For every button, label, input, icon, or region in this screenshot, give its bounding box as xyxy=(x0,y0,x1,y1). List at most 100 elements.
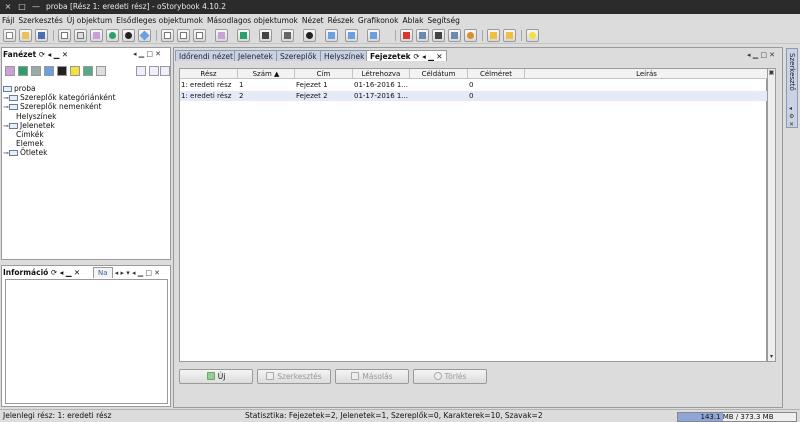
tree-item-root[interactable]: proba xyxy=(3,84,116,93)
calendar-icon[interactable] xyxy=(432,29,445,42)
tree-item-scenes[interactable]: ⊸ Jelenetek xyxy=(3,121,116,130)
tab-scroll-controls[interactable]: ◂ ▸ ▾ ◂ ▁ □ ✕ xyxy=(115,269,160,277)
open-icon[interactable] xyxy=(19,29,32,42)
collapse-all-icon[interactable] xyxy=(136,66,146,76)
tag-icon[interactable] xyxy=(138,29,151,42)
statistics-status: Statisztika: Fejezetek=2, Jelenetek=1, S… xyxy=(245,411,543,420)
part-icon[interactable] xyxy=(96,66,106,76)
editor-sidebar-tab[interactable]: Szerkesztő ◂ ⚙ ✕ xyxy=(786,48,798,128)
idea-icon[interactable] xyxy=(526,29,539,42)
menu-edit[interactable]: Szerkesztés xyxy=(16,14,64,27)
toolbar-separator xyxy=(156,30,157,41)
tools-icon[interactable] xyxy=(345,29,358,42)
item-icon[interactable] xyxy=(57,66,67,76)
new-button[interactable]: Új xyxy=(179,369,253,384)
chapter-icon[interactable] xyxy=(83,66,93,76)
column-chooser-icon[interactable]: ▣ xyxy=(768,69,775,77)
chrono-view-icon[interactable] xyxy=(161,29,174,42)
delete-button[interactable]: Törlés xyxy=(413,369,487,384)
column-header-objective-size[interactable]: Célméret xyxy=(468,69,525,79)
copy-button-label: Másolás xyxy=(362,372,393,381)
scene-icon[interactable] xyxy=(74,29,87,42)
location-icon[interactable] xyxy=(18,66,28,76)
column-header-description[interactable]: Leírás xyxy=(525,69,768,79)
column-header-created[interactable]: Létrehozva xyxy=(353,69,410,79)
idea-icon[interactable] xyxy=(70,66,80,76)
menu-primary-objects[interactable]: Elsődleges objektumok xyxy=(114,14,205,27)
menu-window[interactable]: Ablak xyxy=(401,14,426,27)
table-row[interactable]: 1: eredeti rész 1 Fejezet 1 01-16-2016 1… xyxy=(180,80,768,90)
column-header-number[interactable]: Szám ▲ xyxy=(238,69,295,79)
edit-icon xyxy=(266,372,275,380)
tab-navigation[interactable]: Na xyxy=(93,267,113,278)
manage-view-icon[interactable] xyxy=(193,29,206,42)
panel-window-controls[interactable]: ◂ ▁ □ ✕ xyxy=(133,49,161,59)
menu-help[interactable]: Segítség xyxy=(425,14,461,27)
tab-chapters[interactable]: Fejezetek ⟳ ◂ ▁ ✕ xyxy=(366,50,447,61)
memory-usage-bar[interactable]: 143.1 MB / 373.3 MB xyxy=(677,412,797,422)
tab-scenes[interactable]: Jelenetek xyxy=(234,50,277,61)
column-header-objective-date[interactable]: Céldátum xyxy=(410,69,468,79)
tree-item-characters-by-gender[interactable]: ⊸ Szereplők nemenként xyxy=(3,102,116,111)
close-icon[interactable]: × xyxy=(3,0,13,14)
menu-charts[interactable]: Grafikonok xyxy=(356,14,401,27)
character-icon[interactable] xyxy=(90,29,103,42)
links-icon[interactable] xyxy=(281,29,294,42)
refresh-tree-icon[interactable] xyxy=(160,66,170,76)
export-icon[interactable] xyxy=(303,29,316,42)
tag-icon[interactable] xyxy=(44,66,54,76)
print-icon[interactable] xyxy=(325,29,338,42)
menu-secondary-objects[interactable]: Másodlagos objektumok xyxy=(205,14,300,27)
hand-icon[interactable] xyxy=(448,29,461,42)
scene-icon[interactable] xyxy=(31,66,41,76)
new-file-icon[interactable] xyxy=(3,29,16,42)
table-row[interactable]: 1: eredeti rész 2 Fejezet 2 01-17-2016 1… xyxy=(180,91,768,101)
save-icon[interactable] xyxy=(35,29,48,42)
scroll-down-icon[interactable]: ▾ xyxy=(768,353,775,361)
window-title: proba [Rész 1: eredeti rész] - oStoryboo… xyxy=(46,2,226,11)
info-tab-controls: Na ◂ ▸ ▾ ◂ ▁ □ ✕ xyxy=(93,267,160,278)
tree-item-locations[interactable]: Helyszínek xyxy=(3,112,116,121)
menu-view[interactable]: Nézet xyxy=(300,14,326,27)
edit-button[interactable]: Szerkesztés xyxy=(257,369,331,384)
typewriter-icon[interactable] xyxy=(416,29,429,42)
memoria-icon[interactable] xyxy=(237,29,250,42)
panel-controls[interactable]: ⟳ ◂ ▁ ✕ xyxy=(39,50,68,59)
book-icon[interactable] xyxy=(400,29,413,42)
sidebar-controls[interactable]: ◂ ⚙ ✕ xyxy=(789,105,794,129)
menu-parts[interactable]: Részek xyxy=(326,14,356,27)
column-header-part[interactable]: Rész xyxy=(180,69,238,79)
menu-new-object[interactable]: Új objektum xyxy=(65,14,114,27)
tree-item-characters-by-category[interactable]: ⊸ Szereplők kategóriánként xyxy=(3,93,116,102)
location-icon[interactable] xyxy=(106,29,119,42)
column-header-title[interactable]: Cím xyxy=(295,69,353,79)
chapter-icon[interactable] xyxy=(58,29,71,42)
minimize-icon[interactable]: — xyxy=(31,0,41,14)
main-window-controls[interactable]: ◂ ▁ □ ✕ xyxy=(747,50,775,60)
delete-icon xyxy=(433,372,442,380)
tab-chrono-view[interactable]: Időrendi nézet xyxy=(175,50,237,61)
character-icon[interactable] xyxy=(5,66,15,76)
preferences-icon[interactable] xyxy=(367,29,380,42)
tree-item-items[interactable]: Elemek xyxy=(3,139,116,148)
badge-icon[interactable] xyxy=(464,29,477,42)
chart-icon[interactable] xyxy=(259,29,272,42)
tab-characters[interactable]: Szereplők xyxy=(276,50,321,61)
tab-controls[interactable]: ⟳ ◂ ▁ ✕ xyxy=(413,52,442,61)
panel-controls[interactable]: ⟳ ◂ ▁ ✕ xyxy=(51,268,80,277)
table-scrollbar[interactable]: ▣ ▾ xyxy=(767,68,776,362)
back-icon[interactable] xyxy=(487,29,500,42)
restore-icon[interactable]: □ xyxy=(17,0,27,14)
tab-locations[interactable]: Helyszínek xyxy=(320,50,369,61)
info-content xyxy=(5,279,168,404)
tree-item-label: Szereplők kategóriánként xyxy=(20,93,116,103)
expand-all-icon[interactable] xyxy=(149,66,159,76)
book-view-icon[interactable] xyxy=(177,29,190,42)
menu-file[interactable]: Fájl xyxy=(0,14,16,27)
tree-item-tags[interactable]: Címkék xyxy=(3,130,116,139)
reading-view-icon[interactable] xyxy=(215,29,228,42)
forward-icon[interactable] xyxy=(503,29,516,42)
copy-button[interactable]: Másolás xyxy=(335,369,409,384)
tree-item-ideas[interactable]: ⊸ Ötletek xyxy=(3,148,116,157)
item-icon[interactable] xyxy=(122,29,135,42)
